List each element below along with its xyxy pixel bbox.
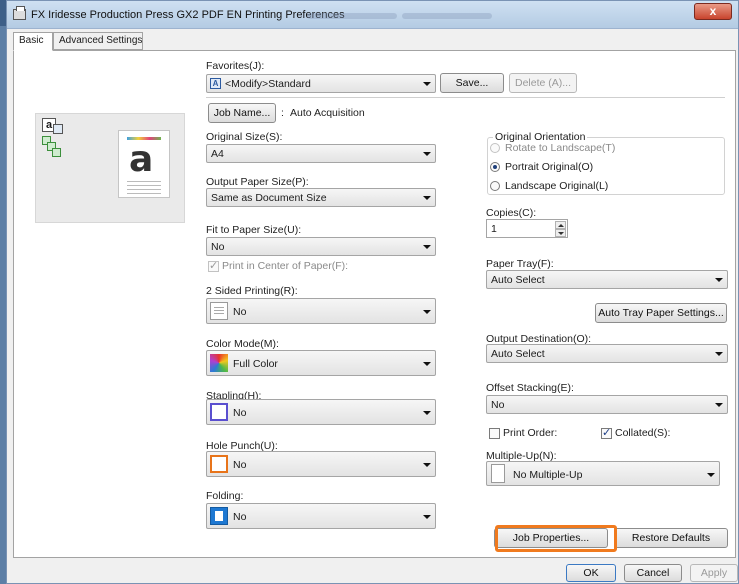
full-color-icon xyxy=(210,354,228,372)
chevron-down-icon xyxy=(715,403,723,407)
paper-tray-value: Auto Select xyxy=(491,274,545,286)
output-paper-size-label: Output Paper Size(P): xyxy=(206,176,309,188)
job-name-button[interactable]: Job Name... xyxy=(208,103,276,123)
original-size-value: A4 xyxy=(211,148,224,160)
portrait-original-label: Portrait Original(O) xyxy=(505,161,594,173)
increment-icon[interactable] xyxy=(555,221,566,229)
apply-button[interactable]: Apply xyxy=(690,564,738,582)
chevron-down-icon xyxy=(423,411,431,415)
stapling-icon xyxy=(210,403,228,421)
window-title: FX Iridesse Production Press GX2 PDF EN … xyxy=(31,9,345,21)
output-paper-size-value: Same as Document Size xyxy=(211,192,327,204)
landscape-original-radio[interactable] xyxy=(490,181,500,191)
favorites-label: Favorites(J): xyxy=(206,60,265,72)
fit-to-paper-label: Fit to Paper Size(U): xyxy=(206,224,302,236)
original-size-label: Original Size(S): xyxy=(206,131,283,143)
chevron-down-icon xyxy=(423,463,431,467)
offset-stacking-label: Offset Stacking(E): xyxy=(486,382,574,394)
cancel-button[interactable]: Cancel xyxy=(624,564,682,582)
tab-basic[interactable]: Basic xyxy=(13,32,53,51)
printer-icon xyxy=(13,6,26,20)
hole-punch-value: No xyxy=(233,459,247,471)
color-mode-select[interactable]: Full Color xyxy=(206,350,436,376)
title-bar-glare xyxy=(307,13,397,19)
chevron-down-icon xyxy=(715,352,723,356)
page-thumbnail: a xyxy=(118,130,170,198)
color-mode-label: Color Mode(M): xyxy=(206,338,279,350)
tab-advanced-settings[interactable]: Advanced Settings xyxy=(53,32,143,50)
print-order-checkbox[interactable] xyxy=(489,428,500,439)
two-sided-icon xyxy=(210,302,228,320)
decrement-icon[interactable] xyxy=(555,229,566,237)
restore-defaults-button[interactable]: Restore Defaults xyxy=(614,528,728,548)
folding-label: Folding: xyxy=(206,490,244,502)
chevron-down-icon xyxy=(423,310,431,314)
title-bar-glare xyxy=(402,13,492,19)
output-paper-size-select[interactable]: Same as Document Size xyxy=(206,188,436,207)
chevron-down-icon xyxy=(423,82,431,86)
page-icon xyxy=(491,464,505,483)
portrait-original-radio[interactable] xyxy=(490,162,500,172)
save-button[interactable]: Save... xyxy=(440,73,504,93)
chevron-down-icon xyxy=(423,515,431,519)
rotate-landscape-label: Rotate to Landscape(T) xyxy=(505,142,616,154)
copies-label: Copies(C): xyxy=(486,207,537,219)
collated-label: Collated(S): xyxy=(615,427,671,439)
favorite-icon: A xyxy=(210,78,221,89)
fit-to-paper-select[interactable]: No xyxy=(206,237,436,256)
title-bar[interactable]: FX Iridesse Production Press GX2 PDF EN … xyxy=(7,1,738,29)
offset-stacking-select[interactable]: No xyxy=(486,395,728,414)
two-sided-label: 2 Sided Printing(R): xyxy=(206,285,298,297)
hole-punch-icon xyxy=(210,455,228,473)
paper-tray-label: Paper Tray(F): xyxy=(486,258,554,270)
color-mode-value: Full Color xyxy=(233,358,278,370)
copies-value: 1 xyxy=(491,223,497,235)
job-name-value: Auto Acquisition xyxy=(290,107,365,119)
chevron-down-icon xyxy=(423,196,431,200)
landscape-original-label: Landscape Original(L) xyxy=(505,180,609,192)
auto-tray-paper-settings-button[interactable]: Auto Tray Paper Settings... xyxy=(595,303,727,323)
folding-value: No xyxy=(233,511,247,523)
offset-stacking-value: No xyxy=(491,399,505,411)
favorites-value: <Modify>Standard xyxy=(225,78,311,90)
paper-tray-select[interactable]: Auto Select xyxy=(486,270,728,289)
page-preview: a a xyxy=(35,113,185,223)
output-destination-select[interactable]: Auto Select xyxy=(486,344,728,363)
hole-punch-select[interactable]: No xyxy=(206,451,436,477)
chevron-down-icon xyxy=(423,245,431,249)
chevron-down-icon xyxy=(715,278,723,282)
two-sided-value: No xyxy=(233,306,247,318)
folding-icon xyxy=(210,507,228,525)
chevron-down-icon xyxy=(423,362,431,366)
print-in-center-checkbox[interactable] xyxy=(208,259,219,272)
divider xyxy=(206,97,725,98)
original-size-select[interactable]: A4 xyxy=(206,144,436,163)
chevron-down-icon xyxy=(707,473,715,477)
favorites-select[interactable]: A <Modify>Standard xyxy=(206,74,436,93)
collate-pages-icon xyxy=(42,136,64,160)
printing-preferences-dialog: FX Iridesse Production Press GX2 PDF EN … xyxy=(6,0,739,584)
page-letter: a xyxy=(129,139,154,180)
delete-button[interactable]: Delete (A)... xyxy=(509,73,577,93)
ok-button[interactable]: OK xyxy=(566,564,616,582)
rotate-landscape-radio[interactable] xyxy=(490,143,500,153)
multiple-up-select[interactable]: No Multiple-Up xyxy=(486,461,720,486)
copy-icon xyxy=(53,124,63,134)
collated-checkbox[interactable] xyxy=(601,426,612,439)
print-in-center-label: Print in Center of Paper(F): xyxy=(222,260,349,272)
folding-select[interactable]: No xyxy=(206,503,436,529)
copies-stepper[interactable]: 1 xyxy=(486,219,568,238)
job-properties-highlight xyxy=(495,525,617,552)
stapling-select[interactable]: No xyxy=(206,399,436,425)
two-sided-select[interactable]: No xyxy=(206,298,436,324)
output-destination-value: Auto Select xyxy=(491,348,545,360)
multiple-up-value: No Multiple-Up xyxy=(513,469,583,481)
close-button[interactable]: x xyxy=(694,3,732,20)
print-order-label: Print Order: xyxy=(503,427,558,439)
stapling-value: No xyxy=(233,407,247,419)
job-name-separator: : xyxy=(281,107,284,119)
fit-to-paper-value: No xyxy=(211,241,225,253)
chevron-down-icon xyxy=(423,152,431,156)
